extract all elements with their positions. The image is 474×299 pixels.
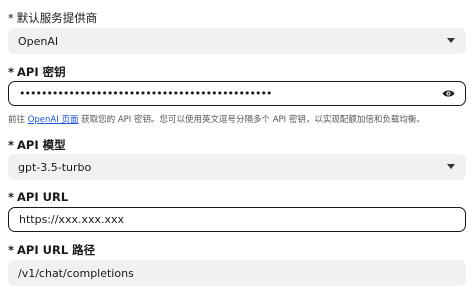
api-key-label-text: API 密钥 — [17, 65, 66, 79]
api-url-label-text: API URL — [17, 190, 69, 204]
provider-label-text: 默认服务提供商 — [16, 11, 98, 25]
api-key-label: * API 密钥 — [8, 64, 66, 80]
required-mark: * — [8, 11, 14, 25]
required-mark: * — [8, 138, 15, 152]
provider-select[interactable]: OpenAI — [8, 28, 466, 54]
model-label-text: API 模型 — [17, 138, 66, 152]
api-url-path-label: * API URL 路径 — [8, 242, 95, 258]
help-suffix: 获取您的 API 密钥。您可以使用英文逗号分隔多个 API 密钥，以实现配额加倍… — [81, 115, 425, 125]
settings-form: * 默认服务提供商 OpenAI * API 密钥 ••••••••••••••••… — [0, 0, 474, 299]
provider-label: * 默认服务提供商 — [8, 10, 97, 26]
api-url-path-value: /v1/chat/completions — [18, 266, 134, 280]
eye-icon[interactable] — [441, 87, 455, 101]
api-key-value: ••••••••••••••••••••••••••••••••••••••••… — [19, 87, 272, 100]
api-url-path-label-text: API URL 路径 — [17, 243, 96, 257]
model-select[interactable]: gpt-3.5-turbo — [8, 154, 466, 180]
provider-value: OpenAI — [18, 34, 59, 48]
openai-page-link[interactable]: OpenAI 页面 — [28, 115, 79, 125]
api-key-help: 前往 OpenAI 页面 获取您的 API 密钥。您可以使用英文逗号分隔多个 A… — [8, 113, 425, 125]
api-url-value: https://xxx.xxx.xxx — [19, 213, 125, 226]
help-prefix: 前往 — [8, 115, 26, 125]
api-key-input[interactable]: ••••••••••••••••••••••••••••••••••••••••… — [8, 81, 466, 106]
model-label: * API 模型 — [8, 137, 66, 153]
required-mark: * — [8, 65, 15, 79]
required-mark: * — [8, 190, 15, 204]
api-url-path-input[interactable]: /v1/chat/completions — [8, 260, 466, 286]
chevron-down-icon — [446, 36, 456, 46]
model-value: gpt-3.5-turbo — [18, 160, 92, 174]
api-url-label: * API URL — [8, 190, 68, 204]
required-mark: * — [8, 243, 15, 257]
chevron-down-icon — [446, 162, 456, 172]
api-url-input[interactable]: https://xxx.xxx.xxx — [8, 207, 466, 232]
